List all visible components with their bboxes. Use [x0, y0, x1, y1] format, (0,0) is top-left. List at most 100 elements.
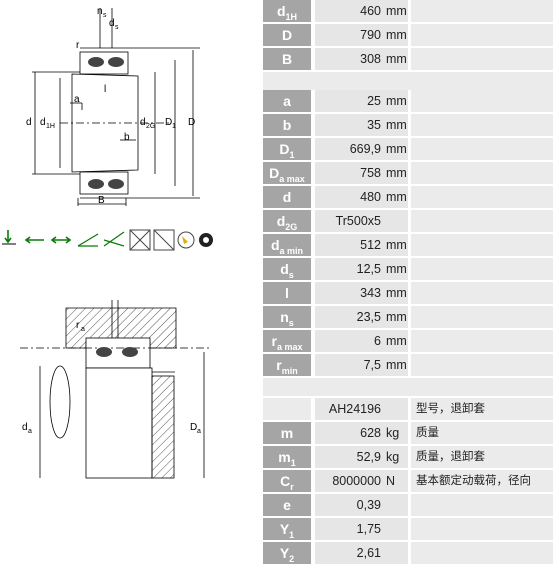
param-value: Tr500x5: [315, 210, 408, 232]
table-row: l 343 mm: [263, 282, 553, 306]
param-value: 23,5 mm: [315, 306, 408, 328]
param-symbol: b: [263, 114, 311, 136]
param-description: [411, 0, 553, 22]
table-row: m1 52,9 kg 质量，退卸套: [263, 446, 553, 470]
param-value: 512 mm: [315, 234, 408, 256]
param-description: 基本额定动载荷，径向: [411, 470, 553, 492]
param-description: [411, 48, 553, 70]
table-row: da min 512 mm: [263, 234, 553, 258]
param-description: [411, 518, 553, 540]
angle-misalignment-icon: [77, 233, 99, 247]
table-row: Y1 1,75: [263, 518, 553, 542]
table-row: d2G Tr500x5: [263, 210, 553, 234]
param-description: [411, 210, 553, 232]
svg-text:s: s: [103, 12, 107, 19]
param-value: 8000000 N: [315, 470, 408, 492]
angle-misalignment-2-icon: [103, 231, 125, 247]
vibration-icon: [177, 231, 213, 249]
label-da: d: [22, 422, 28, 433]
param-symbol: d1H: [263, 0, 311, 22]
label-d: d: [26, 117, 32, 128]
param-description: [411, 282, 553, 304]
param-symbol: d: [263, 186, 311, 208]
table-row: D1 669,9 mm: [263, 138, 553, 162]
param-value: 628 kg: [315, 422, 408, 444]
svg-text:1H: 1H: [46, 123, 55, 130]
svg-text:1: 1: [172, 123, 176, 130]
table-row: B 308 mm: [263, 48, 553, 72]
sealed-icon: [129, 229, 151, 251]
param-symbol: Cr: [263, 470, 311, 492]
table-row: D 790 mm: [263, 24, 553, 48]
table-row: Cr 8000000 N 基本额定动载荷，径向: [263, 470, 553, 494]
svg-text:a: a: [81, 326, 85, 333]
param-description: [411, 354, 553, 376]
param-symbol: da min: [263, 234, 311, 256]
param-symbol: m1: [263, 446, 311, 468]
param-value: 2,61: [315, 542, 408, 564]
param-value: 52,9 kg: [315, 446, 408, 468]
label-a: a: [74, 94, 80, 105]
param-description: [411, 162, 553, 184]
param-value: 480 mm: [315, 186, 408, 208]
table-row: m 628 kg 质量: [263, 422, 553, 446]
param-value: AH24196: [315, 398, 408, 420]
param-symbol: m: [263, 422, 311, 444]
axial-load-left-icon: [24, 236, 44, 244]
param-symbol: D1: [263, 138, 311, 160]
table-row: ns 23,5 mm: [263, 306, 553, 330]
table-row: d1H 460 mm: [263, 0, 553, 24]
param-description: 质量，退卸套: [411, 446, 553, 468]
param-description: [411, 24, 553, 46]
label-d1h: d: [40, 117, 46, 128]
param-symbol: Y2: [263, 542, 311, 564]
label-b: b: [124, 132, 130, 143]
param-value: 343 mm: [315, 282, 408, 304]
param-symbol: ns: [263, 306, 311, 328]
param-value: 1,75: [315, 518, 408, 540]
label-l: l: [104, 84, 106, 95]
label-B: B: [98, 195, 105, 206]
param-symbol: ra max: [263, 330, 311, 352]
param-value: 35 mm: [315, 114, 408, 136]
property-icon-row: [0, 226, 228, 256]
param-symbol: ds: [263, 258, 311, 280]
table-row: Da max 758 mm: [263, 162, 553, 186]
param-value: 790 mm: [315, 24, 408, 46]
param-symbol: [263, 398, 311, 420]
param-description: 质量: [411, 422, 553, 444]
param-symbol: l: [263, 282, 311, 304]
param-description: [411, 234, 553, 256]
radial-load-icon: [2, 230, 16, 245]
group-separator: [263, 72, 553, 90]
table-row: a 25 mm: [263, 90, 553, 114]
mounting-dimensions-drawing: r a d a D a: [20, 300, 210, 479]
param-description: [411, 186, 553, 208]
param-description: [411, 258, 553, 280]
bearing-section-drawing: n s d s r l a d d 1H d 2G D 1 D b B: [26, 6, 200, 206]
label-ds: d: [109, 18, 115, 29]
svg-text:2G: 2G: [146, 123, 155, 130]
param-value: 6 mm: [315, 330, 408, 352]
param-symbol: B: [263, 48, 311, 70]
param-symbol: e: [263, 494, 311, 516]
param-description: [411, 494, 553, 516]
table-row: rmin 7,5 mm: [263, 354, 553, 378]
table-row: d 480 mm: [263, 186, 553, 210]
param-value: 0,39: [315, 494, 408, 516]
label-D: D: [188, 117, 195, 128]
param-description: [411, 114, 553, 136]
svg-text:a: a: [197, 428, 201, 435]
group-separator: [263, 378, 553, 396]
label-r: r: [76, 40, 80, 51]
drawing-panel: n s d s r l a d d 1H d 2G D 1 D b B r a …: [0, 0, 256, 567]
param-description: [411, 330, 553, 352]
param-symbol: rmin: [263, 354, 311, 376]
param-symbol: d2G: [263, 210, 311, 232]
param-value: 669,9 mm: [315, 138, 408, 160]
param-description: [411, 542, 553, 564]
param-description: [411, 138, 553, 160]
param-value: 460 mm: [315, 0, 408, 22]
param-value: 7,5 mm: [315, 354, 408, 376]
param-description: 型号，退卸套: [411, 398, 553, 420]
